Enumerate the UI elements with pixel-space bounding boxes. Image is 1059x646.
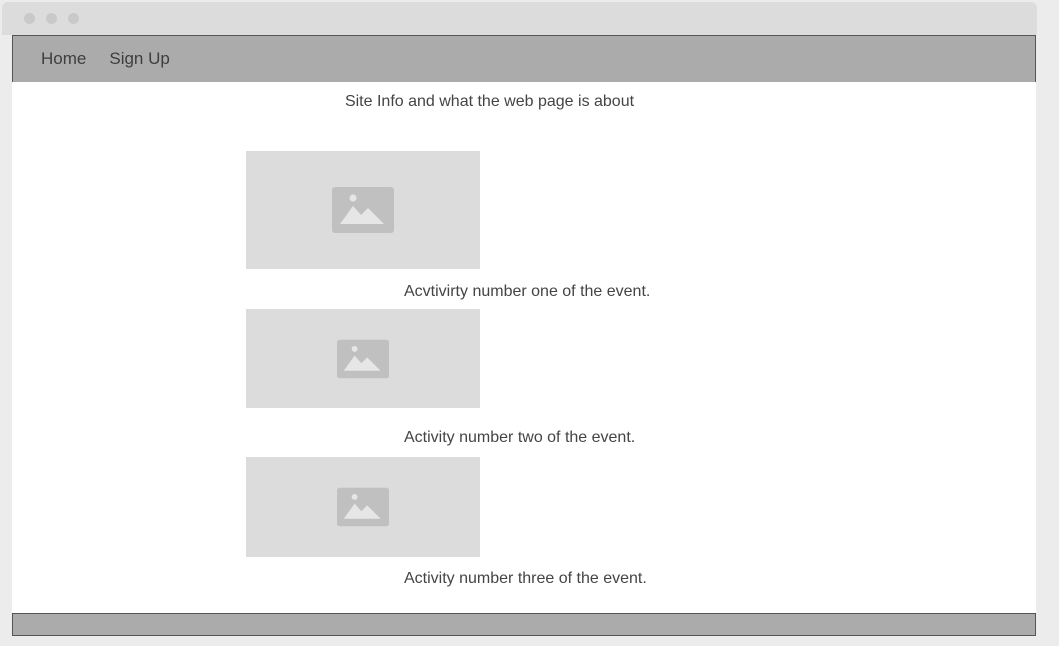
main-content: Site Info and what the web page is about…	[12, 82, 1036, 613]
browser-window: Home Sign Up Site Info and what the web …	[2, 2, 1037, 646]
activity-image-2	[246, 309, 480, 408]
window-maximize-dot[interactable]	[68, 13, 79, 24]
image-placeholder-icon	[337, 339, 389, 378]
activity-image-1	[246, 151, 480, 269]
activity-caption-2: Activity number two of the event.	[404, 429, 636, 446]
nav-bar: Home Sign Up	[12, 35, 1036, 83]
activity-image-3	[246, 457, 480, 557]
image-placeholder-icon	[337, 487, 389, 527]
footer-bar	[12, 613, 1036, 636]
activity-caption-3: Activity number three of the event.	[404, 570, 647, 587]
window-close-dot[interactable]	[24, 13, 35, 24]
image-placeholder-icon	[332, 187, 394, 233]
window-minimize-dot[interactable]	[46, 13, 57, 24]
nav-link-home[interactable]: Home	[41, 49, 86, 69]
nav-link-sign-up[interactable]: Sign Up	[109, 49, 169, 69]
window-titlebar	[2, 2, 1037, 35]
site-info-text: Site Info and what the web page is about	[344, 93, 635, 110]
activity-caption-1: Acvtivirty number one of the event.	[404, 283, 651, 300]
